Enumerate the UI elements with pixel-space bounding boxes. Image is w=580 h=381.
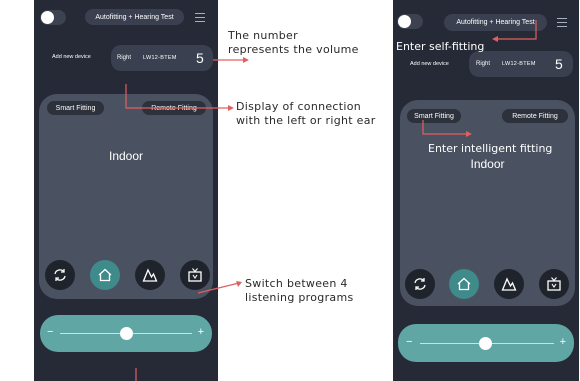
volume-number: 5 <box>196 50 204 66</box>
program-button-mountain[interactable] <box>135 260 165 290</box>
phone-screen-right: Autofitting + Hearing Test Add new devic… <box>393 0 579 381</box>
device-model-label: LW12-BTEM <box>143 55 177 61</box>
refresh-icon <box>414 278 426 290</box>
autofitting-hearing-test-button[interactable]: Autofitting + Hearing Test <box>444 14 547 31</box>
program-button-tv[interactable] <box>180 260 210 290</box>
add-new-device-button[interactable]: Add new device <box>52 54 91 60</box>
program-button-refresh[interactable] <box>45 260 75 290</box>
program-panel: Smart Fitting Remote Fitting Indoor <box>400 100 575 306</box>
toggle-knob <box>41 11 54 24</box>
volume-plus[interactable]: + <box>198 327 204 338</box>
program-button-tv[interactable] <box>539 269 569 299</box>
volume-slider[interactable]: − + <box>398 324 574 362</box>
device-card[interactable]: Right LW12-BTEM 5 <box>111 45 213 71</box>
smart-fitting-chip[interactable]: Smart Fitting <box>407 109 461 123</box>
power-toggle[interactable] <box>397 14 423 29</box>
menu-icon[interactable] <box>557 18 567 27</box>
device-model-label: LW12-BTEM <box>502 61 536 67</box>
program-button-home[interactable] <box>449 269 479 299</box>
volume-plus[interactable]: + <box>560 337 566 348</box>
ear-side-label: Right <box>117 55 132 61</box>
tv-icon <box>547 277 561 291</box>
connection-annotation-line2: with the left or right ear <box>236 114 376 127</box>
programs-annotation-line2: listening programs <box>245 291 354 304</box>
volume-number: 5 <box>555 56 563 72</box>
toggle-knob <box>398 15 411 28</box>
refresh-icon <box>54 269 66 281</box>
power-toggle[interactable] <box>40 10 66 25</box>
program-button-mountain[interactable] <box>494 269 524 299</box>
remote-fitting-chip[interactable]: Remote Fitting <box>502 109 568 123</box>
ear-side-label: Right <box>476 61 491 67</box>
remote-fitting-chip[interactable]: Remote Fitting <box>142 101 206 115</box>
intelligent-fitting-annotation: Enter intelligent fitting <box>428 142 553 155</box>
volume-thumb[interactable] <box>120 327 133 340</box>
device-card[interactable]: Right LW12-BTEM 5 <box>469 51 573 77</box>
smart-fitting-chip[interactable]: Smart Fitting <box>47 101 104 115</box>
program-button-home[interactable] <box>90 260 120 290</box>
add-new-device-button[interactable]: Add new device <box>410 61 449 67</box>
mountain-icon <box>142 268 158 282</box>
phone-screen-left: Autofitting + Hearing Test Add new devic… <box>34 0 218 381</box>
menu-icon[interactable] <box>195 13 205 22</box>
program-name: Indoor <box>470 157 505 171</box>
mountain-icon <box>501 277 517 291</box>
home-icon <box>457 277 471 291</box>
volume-slider[interactable]: − + <box>40 315 212 352</box>
volume-minus[interactable]: − <box>406 337 412 348</box>
volume-annotation-line2: represents the volume <box>228 43 359 56</box>
connection-annotation-line1: Display of connection <box>236 100 362 113</box>
volume-minus[interactable]: − <box>47 327 53 338</box>
program-name: Indoor <box>108 149 144 163</box>
home-icon <box>98 268 112 282</box>
program-panel: Smart Fitting Remote Fitting Indoor <box>39 94 213 299</box>
tv-icon <box>188 268 202 282</box>
program-button-refresh[interactable] <box>405 269 435 299</box>
self-fitting-annotation: Enter self-fitting <box>396 40 485 53</box>
volume-thumb[interactable] <box>479 337 492 350</box>
autofitting-hearing-test-button[interactable]: Autofitting + Hearing Test <box>85 9 184 25</box>
programs-annotation-line1: Switch between 4 <box>245 277 348 290</box>
volume-annotation-line1: The number <box>228 29 298 42</box>
